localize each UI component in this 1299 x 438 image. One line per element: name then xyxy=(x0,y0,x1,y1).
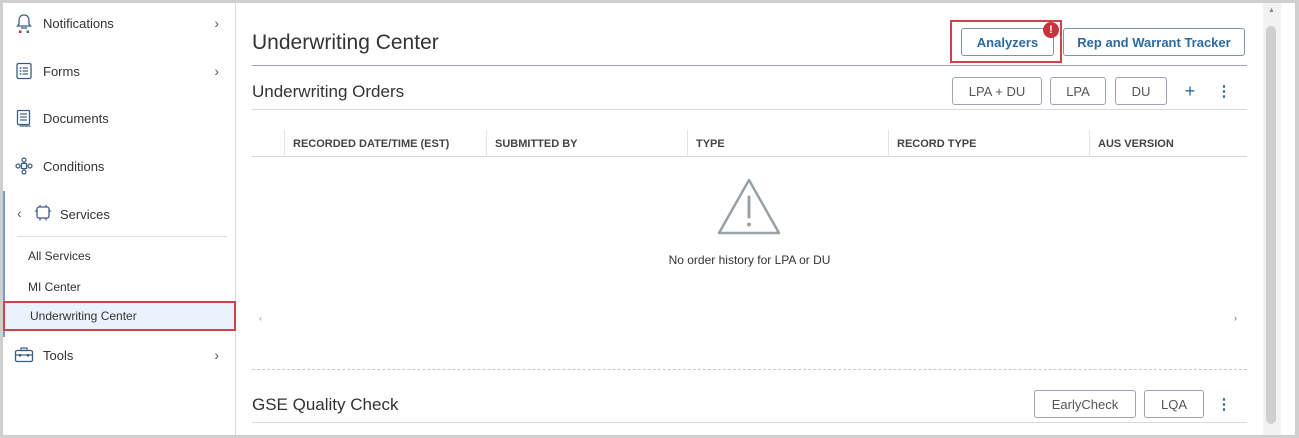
section-title-orders: Underwriting Orders xyxy=(252,82,405,101)
sidebar-subitem-underwriting-center[interactable]: Underwriting Center xyxy=(3,301,236,331)
sidebar-subitem-all-services[interactable]: All Services xyxy=(5,241,235,271)
sidebar-item-conditions[interactable]: Conditions xyxy=(3,146,235,186)
sidebar-item-label: Notifications xyxy=(43,15,114,31)
chevron-right-icon: › xyxy=(214,15,219,31)
column-header[interactable]: RECORDED DATE/TIME (EST) xyxy=(284,130,486,157)
sidebar-item-tools[interactable]: Tools › xyxy=(3,335,235,375)
chevron-right-icon: › xyxy=(214,347,219,363)
sidebar-item-documents[interactable]: Documents xyxy=(3,98,235,138)
alert-badge: ! xyxy=(1043,22,1059,38)
lpa-du-button[interactable]: LPA + DU xyxy=(952,77,1042,105)
analyzers-button[interactable]: Analyzers xyxy=(961,28,1054,56)
divider xyxy=(252,422,1247,423)
rep-warrant-tracker-button[interactable]: Rep and Warrant Tracker xyxy=(1063,28,1245,56)
main-content: Underwriting Center Analyzers ! Rep and … xyxy=(237,3,1262,435)
sidebar-item-label: Documents xyxy=(43,110,109,126)
chevron-right-icon: › xyxy=(214,63,219,79)
empty-state-message: No order history for LPA or DU xyxy=(668,253,831,267)
column-header[interactable]: AUS VERSION xyxy=(1089,130,1247,157)
lqa-button[interactable]: LQA xyxy=(1144,390,1204,418)
bell-icon xyxy=(14,13,34,33)
divider xyxy=(252,109,1247,110)
divider xyxy=(252,369,1247,370)
sidebar-item-notifications[interactable]: Notifications › xyxy=(3,3,235,43)
document-icon xyxy=(14,108,34,128)
scroll-up-icon[interactable]: ▲ xyxy=(1268,7,1275,14)
sidebar-item-label: Conditions xyxy=(43,158,105,174)
column-header[interactable]: TYPE xyxy=(687,130,888,157)
column-header[interactable]: SUBMITTED BY xyxy=(486,130,687,157)
divider xyxy=(17,236,227,237)
sidebar-subitem-mi-center[interactable]: MI Center xyxy=(5,272,235,302)
services-icon xyxy=(33,203,53,223)
sidebar-item-services[interactable]: ‹ Services xyxy=(5,191,235,236)
sidebar-item-forms[interactable]: Forms › xyxy=(3,51,235,91)
services-group: ‹ Services All Services MI Center Underw… xyxy=(3,191,236,337)
form-icon xyxy=(14,61,34,81)
orders-table-header: RECORDED DATE/TIME (EST) SUBMITTED BY TY… xyxy=(252,130,1247,157)
earlycheck-button[interactable]: EarlyCheck xyxy=(1034,390,1136,418)
page-title: Underwriting Center xyxy=(252,31,439,54)
chevron-left-icon[interactable]: ‹ xyxy=(17,205,22,221)
lpa-button[interactable]: LPA xyxy=(1050,77,1106,105)
sidebar: Notifications › Forms › Documents Condit… xyxy=(3,3,236,435)
conditions-icon xyxy=(14,156,34,176)
column-header[interactable]: RECORD TYPE xyxy=(888,130,1089,157)
toolbox-icon xyxy=(14,345,34,365)
scroll-right-icon[interactable]: › xyxy=(1234,313,1237,323)
divider xyxy=(252,65,1247,66)
scrollbar-thumb[interactable] xyxy=(1266,26,1276,424)
sidebar-item-label: Services xyxy=(60,207,110,222)
section-title-quality-check: GSE Quality Check xyxy=(252,395,399,414)
add-icon[interactable]: + xyxy=(1180,81,1200,101)
more-options-icon[interactable]: ⋮ xyxy=(1214,394,1234,414)
sidebar-item-label: Tools xyxy=(43,347,74,363)
du-button[interactable]: DU xyxy=(1115,77,1167,105)
sidebar-item-label: Forms xyxy=(43,63,80,79)
scroll-left-icon[interactable]: ‹ xyxy=(259,313,262,323)
warning-icon xyxy=(717,178,781,235)
more-options-icon[interactable]: ⋮ xyxy=(1214,81,1234,101)
